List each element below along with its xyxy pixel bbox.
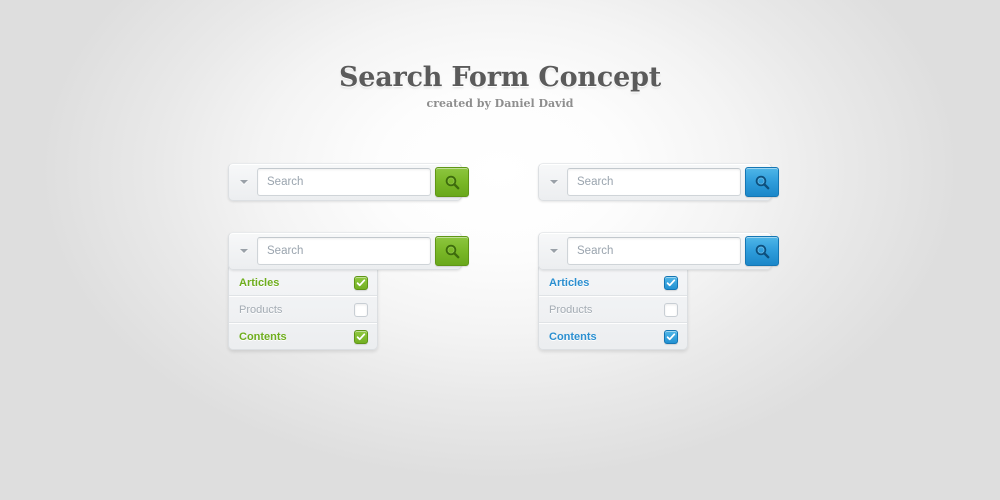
- filter-option-checkbox[interactable]: [664, 275, 678, 290]
- page-title: Search Form Concept: [338, 62, 662, 93]
- filter-option-checkbox[interactable]: [354, 302, 368, 317]
- search-form-green-expanded: Articles Products Contents: [228, 232, 469, 350]
- filter-option-contents[interactable]: Contents: [229, 323, 377, 349]
- filter-option-label: Products: [239, 303, 283, 316]
- dropdown-toggle-button[interactable]: [233, 168, 255, 196]
- search-form-blue-collapsed: [538, 163, 779, 201]
- dropdown-toggle-button[interactable]: [543, 168, 565, 196]
- chevron-down-icon: [550, 249, 558, 253]
- magnifier-icon: [755, 175, 769, 189]
- filter-option-label: Contents: [239, 330, 287, 343]
- filter-option-articles[interactable]: Articles: [539, 270, 687, 296]
- dropdown-toggle-button[interactable]: [543, 237, 565, 265]
- magnifier-icon: [445, 175, 459, 189]
- search-bar: [538, 163, 779, 201]
- page-subtitle: created by Daniel David: [426, 97, 574, 110]
- filter-option-label: Articles: [239, 276, 280, 289]
- search-submit-button[interactable]: [745, 167, 779, 197]
- magnifier-icon: [755, 244, 769, 258]
- filter-dropdown-panel: Articles Products Contents: [538, 266, 688, 350]
- filter-dropdown-panel: Articles Products Contents: [228, 266, 378, 350]
- filter-option-label: Articles: [549, 276, 590, 289]
- checkmark-icon: [356, 332, 366, 340]
- search-bar: [538, 232, 779, 270]
- checkmark-icon: [666, 278, 676, 286]
- filter-option-checkbox[interactable]: [664, 329, 678, 344]
- search-form-blue-expanded: Articles Products Contents: [538, 232, 779, 350]
- search-input[interactable]: [567, 168, 741, 196]
- filter-option-checkbox[interactable]: [354, 275, 368, 290]
- search-input[interactable]: [257, 168, 431, 196]
- search-bar: [228, 232, 469, 270]
- chevron-down-icon: [550, 180, 558, 184]
- filter-option-articles[interactable]: Articles: [229, 270, 377, 296]
- filter-option-checkbox[interactable]: [354, 329, 368, 344]
- filter-option-checkbox[interactable]: [664, 302, 678, 317]
- search-input[interactable]: [257, 237, 431, 265]
- filter-option-products[interactable]: Products: [229, 296, 377, 323]
- filter-option-label: Contents: [549, 330, 597, 343]
- chevron-down-icon: [240, 180, 248, 184]
- dropdown-toggle-button[interactable]: [233, 237, 255, 265]
- page-header: Search Form Concept created by Daniel Da…: [0, 62, 1000, 110]
- magnifier-icon: [445, 244, 459, 258]
- search-form-green-collapsed: [228, 163, 469, 201]
- search-submit-button[interactable]: [435, 167, 469, 197]
- search-submit-button[interactable]: [435, 236, 469, 266]
- checkmark-icon: [356, 278, 366, 286]
- checkmark-icon: [666, 332, 676, 340]
- chevron-down-icon: [240, 249, 248, 253]
- search-submit-button[interactable]: [745, 236, 779, 266]
- filter-option-contents[interactable]: Contents: [539, 323, 687, 349]
- filter-option-products[interactable]: Products: [539, 296, 687, 323]
- filter-option-label: Products: [549, 303, 593, 316]
- search-bar: [228, 163, 469, 201]
- search-input[interactable]: [567, 237, 741, 265]
